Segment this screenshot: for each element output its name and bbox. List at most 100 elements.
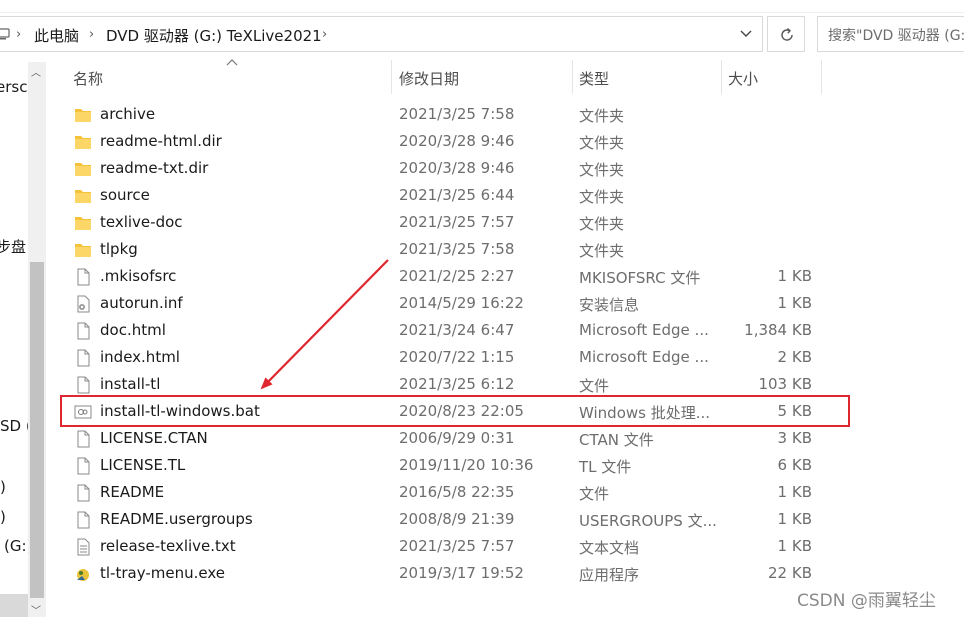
file-date: 2021/3/25 6:12 bbox=[399, 375, 515, 393]
file-date: 2006/9/29 0:31 bbox=[399, 429, 515, 447]
file-row[interactable]: index.html 2020/7/22 1:15 Microsoft Edge .… bbox=[60, 345, 850, 372]
file-date: 2021/3/25 7:58 bbox=[399, 240, 515, 258]
file-name: tlpkg bbox=[100, 240, 138, 258]
file-type: 文本文档 bbox=[579, 539, 640, 557]
nav-item[interactable]: ) bbox=[0, 478, 6, 496]
file-icon bbox=[77, 511, 90, 529]
file-row[interactable]: tl-tray-menu.exe 2019/3/17 19:52 应用程序 22 KB bbox=[60, 561, 850, 588]
nav-scrollbar-thumb[interactable] bbox=[30, 262, 44, 598]
file-type: CTAN 文件 bbox=[579, 431, 654, 449]
breadcrumb-separator[interactable]: › bbox=[322, 27, 327, 42]
file-name: readme-txt.dir bbox=[100, 159, 209, 177]
file-size: 1 KB bbox=[777, 510, 812, 528]
file-row[interactable]: .mkisofsrc 2021/2/25 2:27 MKISOFSRC 文件 1 KB bbox=[60, 264, 850, 291]
file-row[interactable]: release-texlive.txt 2021/3/25 7:57 文本文档 1 K… bbox=[60, 534, 850, 561]
file-name: .mkisofsrc bbox=[100, 267, 177, 285]
file-row[interactable]: doc.html 2021/3/24 6:47 Microsoft Edge ...… bbox=[60, 318, 850, 345]
file-size: 3 KB bbox=[777, 429, 812, 447]
file-type: 文件夹 bbox=[579, 134, 625, 152]
file-date: 2019/11/20 10:36 bbox=[399, 456, 534, 474]
text-file-icon bbox=[77, 538, 90, 556]
breadcrumb-dvd-drive[interactable]: DVD 驱动器 (G:) TeXLive2021 bbox=[106, 25, 322, 46]
file-date: 2021/3/24 6:47 bbox=[399, 321, 515, 339]
folder-icon bbox=[75, 190, 91, 203]
file-row[interactable]: texlive-doc 2021/3/25 7:57 文件夹 bbox=[60, 210, 850, 237]
file-size: 1 KB bbox=[777, 537, 812, 555]
file-row[interactable]: archive 2021/3/25 7:58 文件夹 bbox=[60, 102, 850, 129]
file-type: MKISOFSRC 文件 bbox=[579, 269, 701, 287]
file-type: 文件夹 bbox=[579, 107, 625, 125]
file-row[interactable]: README.usergroups 2008/8/9 21:39 USERGROUP… bbox=[60, 507, 850, 534]
file-row[interactable]: LICENSE.TL 2019/11/20 10:36 TL 文件 6 KB bbox=[60, 453, 850, 480]
file-type: 文件夹 bbox=[579, 242, 625, 260]
folder-icon bbox=[75, 163, 91, 176]
file-name: readme-html.dir bbox=[100, 132, 222, 150]
file-date: 2016/5/8 22:35 bbox=[399, 483, 515, 501]
file-row[interactable]: tlpkg 2021/3/25 7:58 文件夹 bbox=[60, 237, 850, 264]
file-name: index.html bbox=[100, 348, 180, 366]
file-date: 2021/2/25 2:27 bbox=[399, 267, 515, 285]
file-date: 2008/8/9 21:39 bbox=[399, 510, 515, 528]
file-type: 文件夹 bbox=[579, 161, 625, 179]
file-size: 1,384 KB bbox=[744, 321, 812, 339]
nav-item[interactable]: 步盘 bbox=[0, 236, 26, 257]
file-type: 文件 bbox=[579, 485, 610, 503]
file-name: tl-tray-menu.exe bbox=[100, 564, 225, 582]
file-name: release-texlive.txt bbox=[100, 537, 236, 555]
file-name: source bbox=[100, 186, 150, 204]
file-row[interactable]: LICENSE.CTAN 2006/9/29 0:31 CTAN 文件 3 KB bbox=[60, 426, 850, 453]
scroll-up-icon[interactable]: ︿ bbox=[31, 64, 41, 79]
file-date: 2021/3/25 7:58 bbox=[399, 105, 515, 123]
file-date: 2020/7/22 1:15 bbox=[399, 348, 515, 366]
file-row[interactable]: README 2016/5/8 22:35 文件 1 KB bbox=[60, 480, 850, 507]
file-row[interactable]: readme-txt.dir 2020/3/28 9:46 文件夹 bbox=[60, 156, 850, 183]
file-icon bbox=[77, 430, 90, 448]
file-type: 文件夹 bbox=[579, 188, 625, 206]
folder-icon bbox=[75, 109, 91, 122]
file-type: TL 文件 bbox=[579, 458, 632, 476]
nav-item[interactable]: ) bbox=[0, 508, 6, 526]
breadcrumb-this-pc[interactable]: 此电脑 bbox=[34, 25, 79, 46]
file-icon bbox=[77, 376, 90, 394]
file-date: 2021/3/25 7:57 bbox=[399, 537, 515, 555]
file-row[interactable]: readme-html.dir 2020/3/28 9:46 文件夹 bbox=[60, 129, 850, 156]
column-name[interactable]: 名称 bbox=[73, 68, 103, 89]
file-size: 1 KB bbox=[777, 483, 812, 501]
file-date: 2021/3/25 6:44 bbox=[399, 186, 515, 204]
this-pc-icon bbox=[0, 28, 10, 40]
file-row[interactable]: autorun.inf 2014/5/29 16:22 安装信息 1 KB bbox=[60, 291, 850, 318]
file-name: install-tl bbox=[100, 375, 161, 393]
file-row[interactable]: source 2021/3/25 6:44 文件夹 bbox=[60, 183, 850, 210]
file-size: 1 KB bbox=[777, 267, 812, 285]
column-divider[interactable] bbox=[721, 60, 722, 94]
file-date: 2021/3/25 7:57 bbox=[399, 213, 515, 231]
column-divider[interactable] bbox=[391, 60, 392, 94]
scroll-down-icon[interactable]: ﹀ bbox=[31, 602, 41, 617]
nav-item[interactable]: SD ( bbox=[0, 417, 32, 435]
file-name: LICENSE.CTAN bbox=[100, 429, 208, 447]
file-icon bbox=[77, 457, 90, 475]
file-size: 22 KB bbox=[768, 564, 812, 582]
file-size: 103 KB bbox=[758, 375, 812, 393]
refresh-button[interactable] bbox=[767, 16, 805, 52]
chevron-down-icon[interactable] bbox=[738, 27, 754, 41]
nav-item[interactable]: ersc bbox=[0, 78, 27, 96]
file-name: autorun.inf bbox=[100, 294, 183, 312]
file-type: Microsoft Edge ... bbox=[579, 321, 709, 339]
file-name: archive bbox=[100, 105, 156, 123]
file-name: LICENSE.TL bbox=[100, 456, 186, 474]
file-size: 6 KB bbox=[777, 456, 812, 474]
folder-icon bbox=[75, 244, 91, 257]
address-bar[interactable]: › 此电脑 › DVD 驱动器 (G:) TeXLive2021 › bbox=[0, 16, 763, 52]
sort-ascending-icon bbox=[226, 59, 238, 66]
search-input[interactable]: 搜索"DVD 驱动器 (G: bbox=[817, 16, 964, 52]
column-divider[interactable] bbox=[572, 60, 573, 94]
file-type: 文件 bbox=[579, 377, 610, 395]
folder-icon bbox=[75, 217, 91, 230]
column-type[interactable]: 类型 bbox=[579, 68, 609, 89]
column-divider[interactable] bbox=[821, 60, 822, 94]
column-size[interactable]: 大小 bbox=[728, 68, 758, 89]
column-date[interactable]: 修改日期 bbox=[399, 68, 459, 89]
watermark: CSDN @雨翼轻尘 bbox=[797, 591, 936, 611]
column-header: 名称 修改日期 类型 大小 bbox=[48, 60, 964, 94]
